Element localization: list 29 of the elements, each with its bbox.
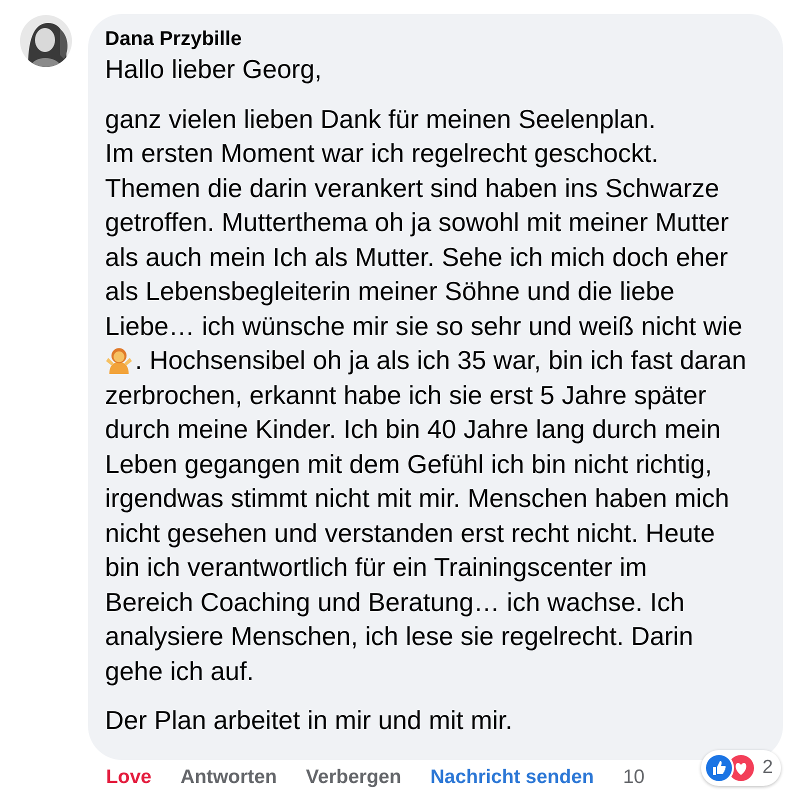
comment-text: Hallo lieber Georg, [105,53,322,86]
comment-text: ganz vielen lieben Dank für meinen Seelenplan. [105,102,656,136]
comment-text: zerbrochen, erkannt habe ich sie erst 5 Jahre später [105,378,706,412]
timestamp: 10 [622,766,645,788]
send-message-link[interactable]: Nachricht senden [430,766,594,788]
comment-text: getroffen. Mutterthema oh ja sowohl mit meiner Mutter [105,206,729,239]
comment-text: nicht gesehen und verstanden erst recht nicht. Heute [105,516,715,550]
comment-text: durch meine Kinder. Ich bin 40 Jahre lang durch mein [105,413,721,446]
comment-text: Leben gegangen mit dem Gefühl ich bin nicht richtig, [105,448,712,480]
like-and-love-icon [704,752,756,782]
reactions-badge[interactable]: 2 [701,750,781,786]
comment-text: bin ich verantwortlich für ein Trainingscenter im [105,551,647,584]
shrugging-woman-icon [105,346,133,374]
comment-text: . Hochsensibel oh ja als ich 35 war, bin ich fast daran [135,344,746,377]
comment-text: gehe ich auf. [105,654,254,688]
comment-text: Themen die darin verankert sind haben ins Schwarze [105,172,720,204]
comment-text: als Lebensbegleiterin meiner Söhne und die liebe [105,275,675,308]
comment-text: irgendwas stimmt nicht mit mir. Menschen haben mich [105,482,730,515]
comment-text: als auch mein Ich als Mutter. Sehe ich mich doch eher [105,240,728,274]
comment-text: Liebe… ich wünsche mir sie so sehr und weiß nicht wie [105,310,742,342]
comment-text: Bereich Coaching und Beratung… ich wachse. Ich [105,586,685,618]
author-name[interactable]: Dana Przybille [105,26,765,52]
action-button[interactable]: Verbergen [306,766,402,788]
comment-text: analysiere Menschen, ich lese sie regelrecht. Darin [105,620,694,653]
action-button[interactable]: Antworten [180,766,277,788]
reaction-button[interactable]: Love [106,766,152,788]
comment-text: Im ersten Moment war ich regelrecht geschockt. [105,137,658,170]
comment-text: Der Plan arbeitet in mir und mit mir. [105,704,512,737]
reaction-count: 2 [762,756,773,778]
